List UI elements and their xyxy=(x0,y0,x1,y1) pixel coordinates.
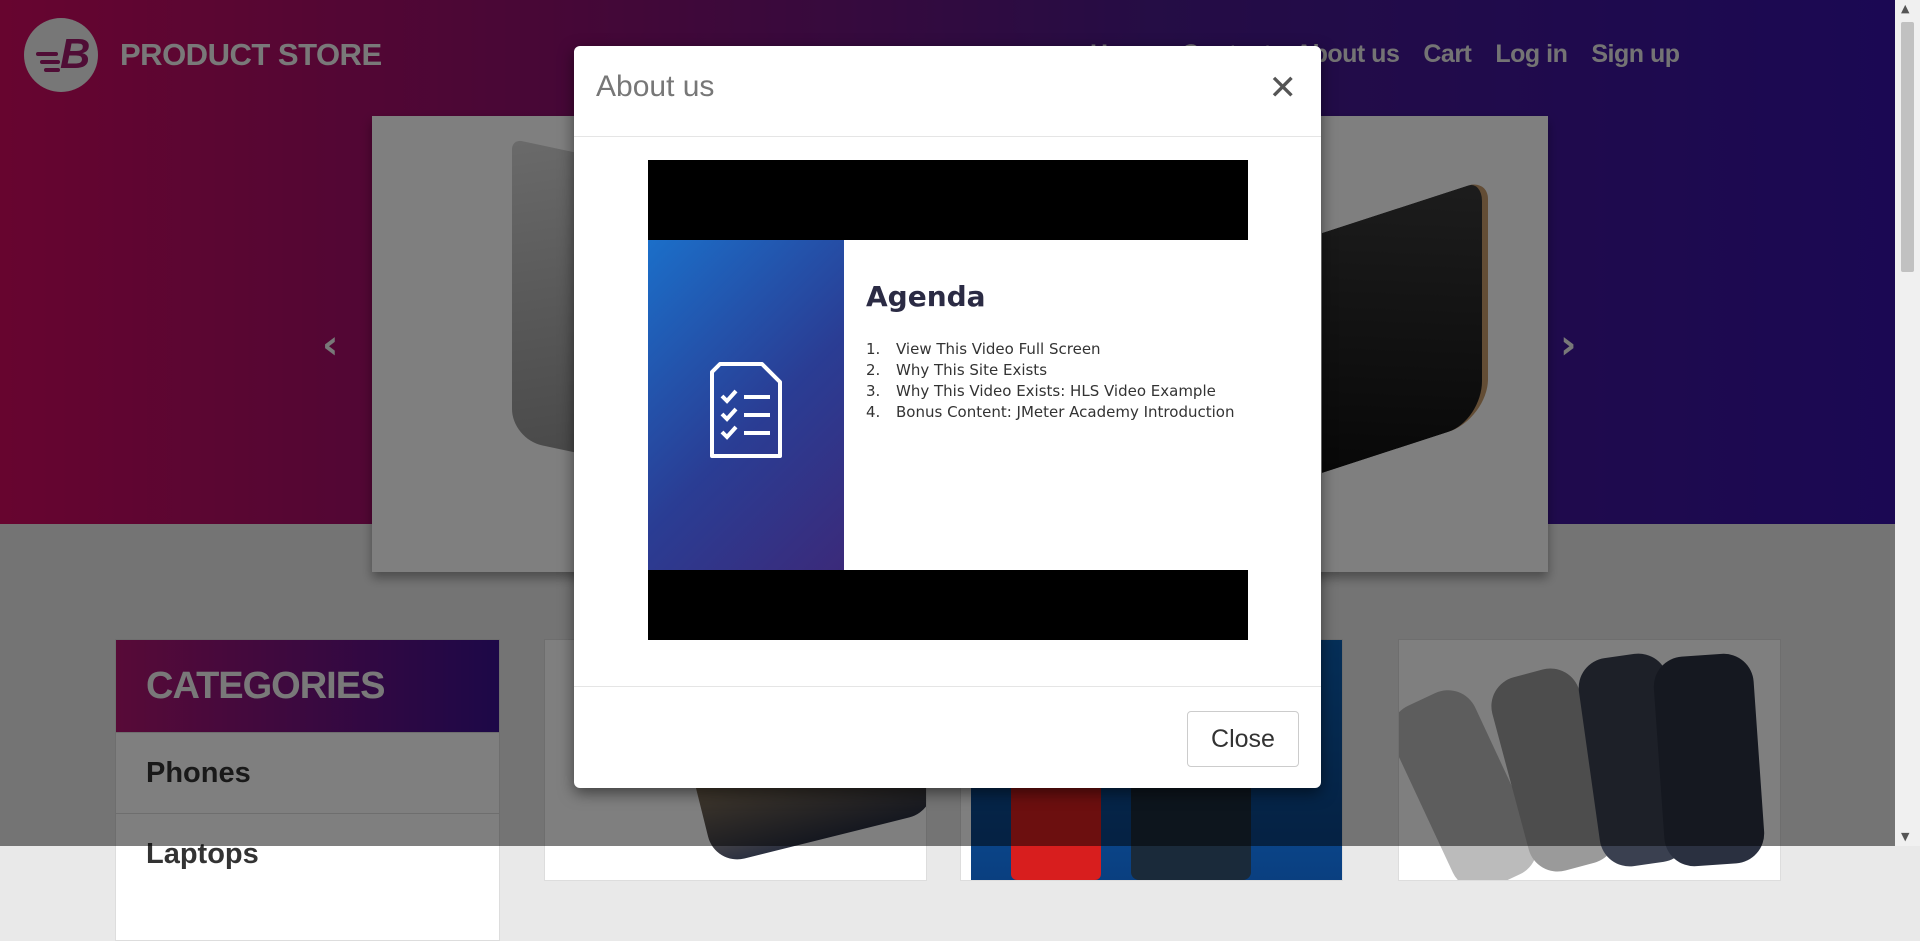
modal-header: About us ✕ xyxy=(574,46,1321,137)
scroll-down-icon[interactable]: ▼ xyxy=(1901,830,1909,843)
slide-side-panel xyxy=(648,240,844,570)
slide-title: Agenda xyxy=(866,280,986,313)
modal-title: About us xyxy=(596,70,715,103)
close-button[interactable]: Close xyxy=(1187,711,1299,767)
agenda-item: 4. Bonus Content: JMeter Academy Introduc… xyxy=(866,403,1235,421)
video-slide: Agenda 1. View This Video Full Screen 2. W… xyxy=(648,240,1248,570)
agenda-item: 3. Why This Video Exists: HLS Video Examp… xyxy=(866,382,1216,400)
scrollbar-thumb[interactable] xyxy=(1901,22,1914,272)
agenda-item: 2. Why This Site Exists xyxy=(866,361,1048,379)
agenda-item: 1. View This Video Full Screen xyxy=(866,340,1101,358)
about-us-modal: About us ✕ Agenda 1. View This Video Full… xyxy=(574,46,1321,788)
checklist-icon xyxy=(710,362,782,458)
scrollbar[interactable]: ▲ ▼ xyxy=(1895,0,1920,846)
modal-footer: Close xyxy=(574,686,1321,789)
agenda-list: 1. View This Video Full Screen 2. Why This… xyxy=(866,340,1234,424)
close-icon[interactable]: ✕ xyxy=(1269,68,1298,108)
scroll-up-icon[interactable]: ▲ xyxy=(1901,2,1909,15)
video-player[interactable]: Agenda 1. View This Video Full Screen 2. W… xyxy=(648,160,1248,640)
